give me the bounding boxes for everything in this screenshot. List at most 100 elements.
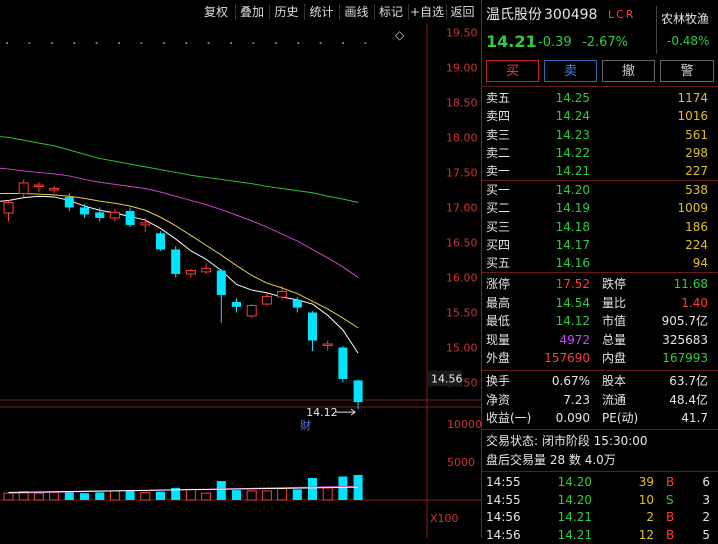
statistics-button[interactable]: 统计 [305,3,338,21]
tick-row: 14:56 14.21 12 B 5 [482,526,718,544]
tick-side: B [666,527,675,542]
stat-label: 流通 [602,392,627,407]
stat-label: 总量 [602,332,627,347]
stock-code: 300498 [544,7,598,23]
bid-price: 14.17 [555,237,590,252]
stat-row: 收益(一) 0.090 PE(动) 41.7 [482,409,718,427]
candle [140,217,151,232]
dotted-marker [274,42,277,44]
dotted-marker [185,42,188,44]
cancel-order-button[interactable]: 撤 [602,60,655,82]
stat-label: 净资 [486,392,511,407]
volume-bar [3,492,14,501]
stat-value: 1.40 [681,295,708,310]
buy-button[interactable]: 买 [486,60,539,82]
stock-name: 温氏股份 [486,7,542,23]
stat-row: 换手 0.67% 股本 63.7亿 [482,372,718,390]
ask-row: 卖二 14.22 298 [482,144,718,162]
candle [353,379,363,410]
tick-row: 14:56 14.21 2 B 2 [482,508,718,526]
bid-volume: 186 [685,219,708,234]
volume-bar [216,481,226,500]
volume-bar [246,490,257,501]
current-price: 14.21 [486,32,537,51]
dotted-marker [364,42,367,44]
volume-bar [80,493,89,500]
stat-value: 48.4亿 [669,392,708,407]
sector-change: -0.48% [667,34,710,48]
tick-price: 14.21 [557,527,592,542]
ask-row: 卖一 14.21 227 [482,162,718,180]
tick-time: 14:56 [486,510,521,524]
stat-row: 外盘 157690 内盘 167993 [482,349,718,367]
stat-row: 涨停 17.52 跌停 11.68 [482,275,718,293]
stat-row: 净资 7.23 流通 48.4亿 [482,391,718,409]
price-axis-label: 15.50 [446,306,478,319]
sector-box[interactable]: 农林牧渔 -0.48% [656,6,717,54]
history-button[interactable]: 历史 [270,3,303,21]
tick-price: 14.20 [557,475,592,489]
volume-bar [322,487,333,501]
volume-bar [156,491,165,500]
price-axis-label: 16.00 [446,271,478,284]
candle [216,269,226,323]
bid-price: 14.16 [555,256,590,271]
kline-chart[interactable]: 19.50 19.00 18.50 18.00 17.50 17.00 16.50 16.00… [0,24,481,538]
financial-report-marker: 财 [300,418,311,432]
sector-name: 农林牧渔 [661,12,710,26]
candle [246,304,257,319]
add-watchlist-button[interactable]: +自选 [409,3,445,21]
candle [156,231,165,251]
fuquan-button[interactable]: 复权 [199,3,233,21]
stat-row: 最高 14.54 量比 1.40 [482,294,718,312]
stat-value: 0.090 [555,411,590,426]
ask-price: 14.24 [555,109,590,124]
bid-row: 买五 14.16 94 [482,254,718,272]
alert-button[interactable]: 警 [660,60,714,82]
candle [308,311,317,351]
price-axis-label: 19.00 [446,61,478,74]
tick-side: B [666,475,675,489]
draw-line-button[interactable]: 画线 [340,3,373,21]
stat-value: 63.7亿 [669,374,708,388]
tick-count: 2 [702,510,710,524]
ask-price: 14.23 [555,127,590,142]
bid-volume: 224 [685,237,708,252]
volume-bar [95,492,105,500]
candle [261,292,272,306]
ask-volume: 561 [685,127,708,142]
stat-value: 14.54 [555,295,590,310]
bid-row: 买二 14.19 1009 [482,199,718,217]
volume-bar [140,491,151,501]
ask-volume: 227 [685,164,708,179]
bid-price: 14.18 [555,219,590,234]
ask-price: 14.22 [555,145,590,160]
tick-volume: 12 [638,527,654,542]
quote-panel: 温氏股份 300498 LCR 农林牧渔 -0.48% 14.21 -0.39 … [481,0,718,542]
mark-button[interactable]: 标记 [375,3,407,21]
candle [3,200,14,222]
price-change: -0.39 [538,35,572,50]
price-change-pct: -2.67% [582,35,628,50]
dotted-marker [73,42,76,44]
ask-row: 卖四 14.24 1016 [482,107,718,125]
candle [338,346,348,383]
bid-label: 买二 [486,201,511,216]
candle [80,203,89,218]
volume-bar [64,492,74,500]
dotted-marker [230,42,232,44]
volume-bar [49,491,60,501]
stat-label: 跌停 [602,277,627,291]
dotted-marker [342,42,344,44]
dotted-marker [162,42,165,44]
stat-value: 14.12 [555,314,590,329]
volume-bar [125,490,135,500]
tick-row: 14:55 14.20 39 B 6 [482,473,718,491]
candle [109,208,120,222]
overlay-button[interactable]: 叠加 [236,3,268,21]
dotted-marker [50,42,53,44]
volume-bar [261,490,272,501]
sell-button[interactable]: 卖 [544,60,597,82]
back-button[interactable]: 返回 [447,3,478,21]
ask-label: 卖三 [486,127,511,142]
